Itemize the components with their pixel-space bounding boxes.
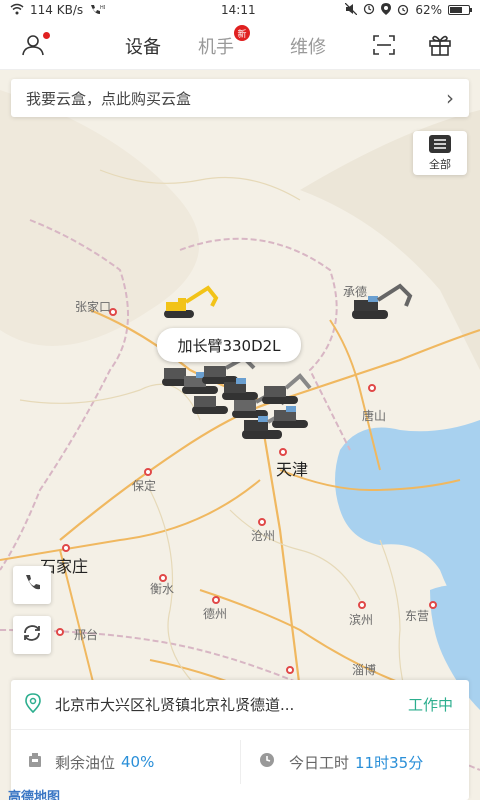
gift-icon[interactable] <box>427 32 453 58</box>
call-button[interactable] <box>13 566 51 604</box>
tab-repair-label: 维修 <box>290 37 326 58</box>
hours-stat: 今日工时 11时35分 <box>240 740 469 784</box>
excavator-cluster <box>162 355 312 439</box>
svg-text:HD: HD <box>100 5 105 11</box>
call-hd-icon: HD <box>89 3 108 18</box>
hours-label: 今日工时 <box>289 753 350 772</box>
equipment-info-card[interactable]: 北京市大兴区礼贤镇北京礼贤德道... 工作中 剩余油位 40% 今日工时 11时… <box>11 680 469 800</box>
all-filter-label: 全部 <box>429 157 451 171</box>
phone-icon <box>22 573 42 597</box>
equipment-name-tooltip[interactable]: 加长臂330D2L <box>157 328 301 362</box>
city-label: 唐山 <box>362 409 387 423</box>
battery-percent: 62% <box>415 3 442 17</box>
tab-operator[interactable]: 机手 新 <box>198 25 250 59</box>
hours-value: 11时35分 <box>355 753 424 772</box>
mute-icon <box>344 2 358 18</box>
tab-repair[interactable]: 维修 <box>290 33 326 59</box>
stats-row: 剩余油位 40% 今日工时 11时35分 <box>11 740 469 784</box>
address-text: 北京市大兴区礼贤镇北京礼贤德道... <box>55 696 295 714</box>
tab-equipment-label: 设备 <box>125 37 161 58</box>
city-label: 滨州 <box>349 613 374 627</box>
fuel-icon <box>29 753 41 771</box>
banner-text: 我要云盒，点此购买云盒 <box>26 89 192 108</box>
city-label: 东营 <box>405 609 430 623</box>
city-label: 保定 <box>132 479 157 493</box>
location-icon <box>381 2 392 18</box>
top-nav: 设备 机手 新 维修 <box>0 20 480 70</box>
scan-icon[interactable] <box>371 32 397 58</box>
all-filter-button[interactable]: 全部 <box>413 131 467 175</box>
list-icon <box>429 134 451 156</box>
address-row[interactable]: 北京市大兴区礼贤镇北京礼贤德道... 工作中 <box>11 680 469 730</box>
map-logo: 高德地图 <box>8 790 61 800</box>
clock-text: 14:11 <box>221 3 256 17</box>
sync-icon <box>363 3 375 18</box>
city-label: 邢台 <box>74 628 99 642</box>
work-status: 工作中 <box>407 696 453 714</box>
city-label: 承德 <box>343 285 368 299</box>
tab-equipment[interactable]: 设备 <box>125 33 161 59</box>
fuel-stat: 剩余油位 40% <box>11 740 240 784</box>
city-label: 天津 <box>276 460 309 479</box>
fuel-label: 剩余油位 <box>55 753 116 772</box>
city-label: 德州 <box>203 607 228 621</box>
refresh-button[interactable] <box>13 616 51 654</box>
excavator-marker-yellow <box>164 285 219 318</box>
location-pin-icon <box>25 692 41 717</box>
equipment-name: 加长臂330D2L <box>177 336 281 355</box>
city-label: 衡水 <box>150 582 175 596</box>
wifi-icon <box>10 3 24 18</box>
buy-cloudbox-banner[interactable]: 我要云盒，点此购买云盒 › <box>11 79 469 117</box>
city-label: 张家口 <box>75 300 112 314</box>
net-speed-text: 114 KB/s <box>30 3 84 17</box>
city-label: 淄博 <box>352 663 377 677</box>
alarm-icon <box>397 3 409 18</box>
chevron-right-icon: › <box>446 86 454 110</box>
clock-icon <box>259 752 275 772</box>
notification-dot <box>43 32 50 39</box>
city-label: 沧州 <box>251 529 276 543</box>
refresh-icon <box>22 623 42 647</box>
new-badge: 新 <box>234 25 250 41</box>
battery-icon <box>448 5 472 15</box>
fuel-value: 40% <box>121 753 155 771</box>
status-bar: 114 KB/s HD 14:11 62% <box>0 0 480 20</box>
tab-operator-label: 机手 <box>198 37 234 58</box>
profile-icon[interactable] <box>20 32 50 58</box>
